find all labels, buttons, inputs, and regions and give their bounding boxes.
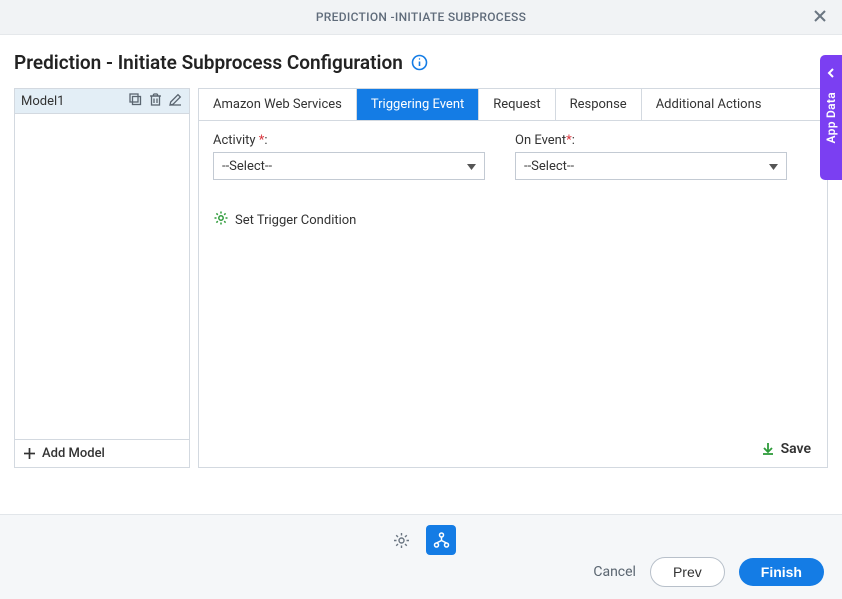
onevent-label: On Event*: [515,133,787,148]
app-data-tab[interactable]: App Data [820,55,842,180]
required-asterisk: * [566,133,572,148]
app-data-label: App Data [824,92,838,143]
save-label: Save [781,441,811,457]
tab-triggering-event[interactable]: Triggering Event [357,89,479,120]
settings-view-icon[interactable] [386,525,416,555]
model-sidebar: Model1 [14,88,190,468]
plus-icon [23,447,36,460]
tab-additional-actions[interactable]: Additional Actions [642,89,776,120]
config-panel: Amazon Web Services Triggering Event Req… [198,88,828,468]
trash-icon[interactable] [148,92,163,111]
save-button[interactable]: Save [760,441,811,457]
activity-label: Activity *: [213,133,485,148]
download-icon [760,441,776,457]
info-icon[interactable] [411,54,428,71]
tab-aws[interactable]: Amazon Web Services [199,89,357,120]
chevron-left-icon [826,63,836,82]
required-asterisk: * [259,133,265,148]
prev-button[interactable]: Prev [650,557,725,587]
finish-button[interactable]: Finish [739,558,824,586]
onevent-value: --Select-- [524,159,574,174]
cancel-button[interactable]: Cancel [593,564,636,580]
edit-icon[interactable] [168,92,183,111]
model-row[interactable]: Model1 [15,89,189,114]
tab-response[interactable]: Response [556,89,642,120]
add-model-label: Add Model [42,446,105,461]
footer: Cancel Prev Finish [0,514,842,599]
onevent-select[interactable]: --Select-- [515,152,787,180]
close-icon[interactable] [812,8,828,28]
trigger-link-label: Set Trigger Condition [235,213,356,228]
copy-icon[interactable] [128,92,143,111]
modal-title: PREDICTION -INITIATE SUBPROCESS [316,10,526,24]
modal-header: PREDICTION -INITIATE SUBPROCESS [0,0,842,35]
activity-select[interactable]: --Select-- [213,152,485,180]
chevron-down-icon [467,159,476,174]
gear-icon [213,210,229,230]
flow-view-icon[interactable] [426,525,456,555]
chevron-down-icon [769,159,778,174]
page-title-row: Prediction - Initiate Subprocess Configu… [0,35,842,88]
tabs: Amazon Web Services Triggering Event Req… [199,89,827,121]
page-title: Prediction - Initiate Subprocess Configu… [14,51,403,74]
set-trigger-condition[interactable]: Set Trigger Condition [199,192,827,230]
model-name: Model1 [21,94,64,109]
activity-value: --Select-- [222,159,272,174]
add-model-button[interactable]: Add Model [15,439,189,467]
tab-request[interactable]: Request [479,89,555,120]
